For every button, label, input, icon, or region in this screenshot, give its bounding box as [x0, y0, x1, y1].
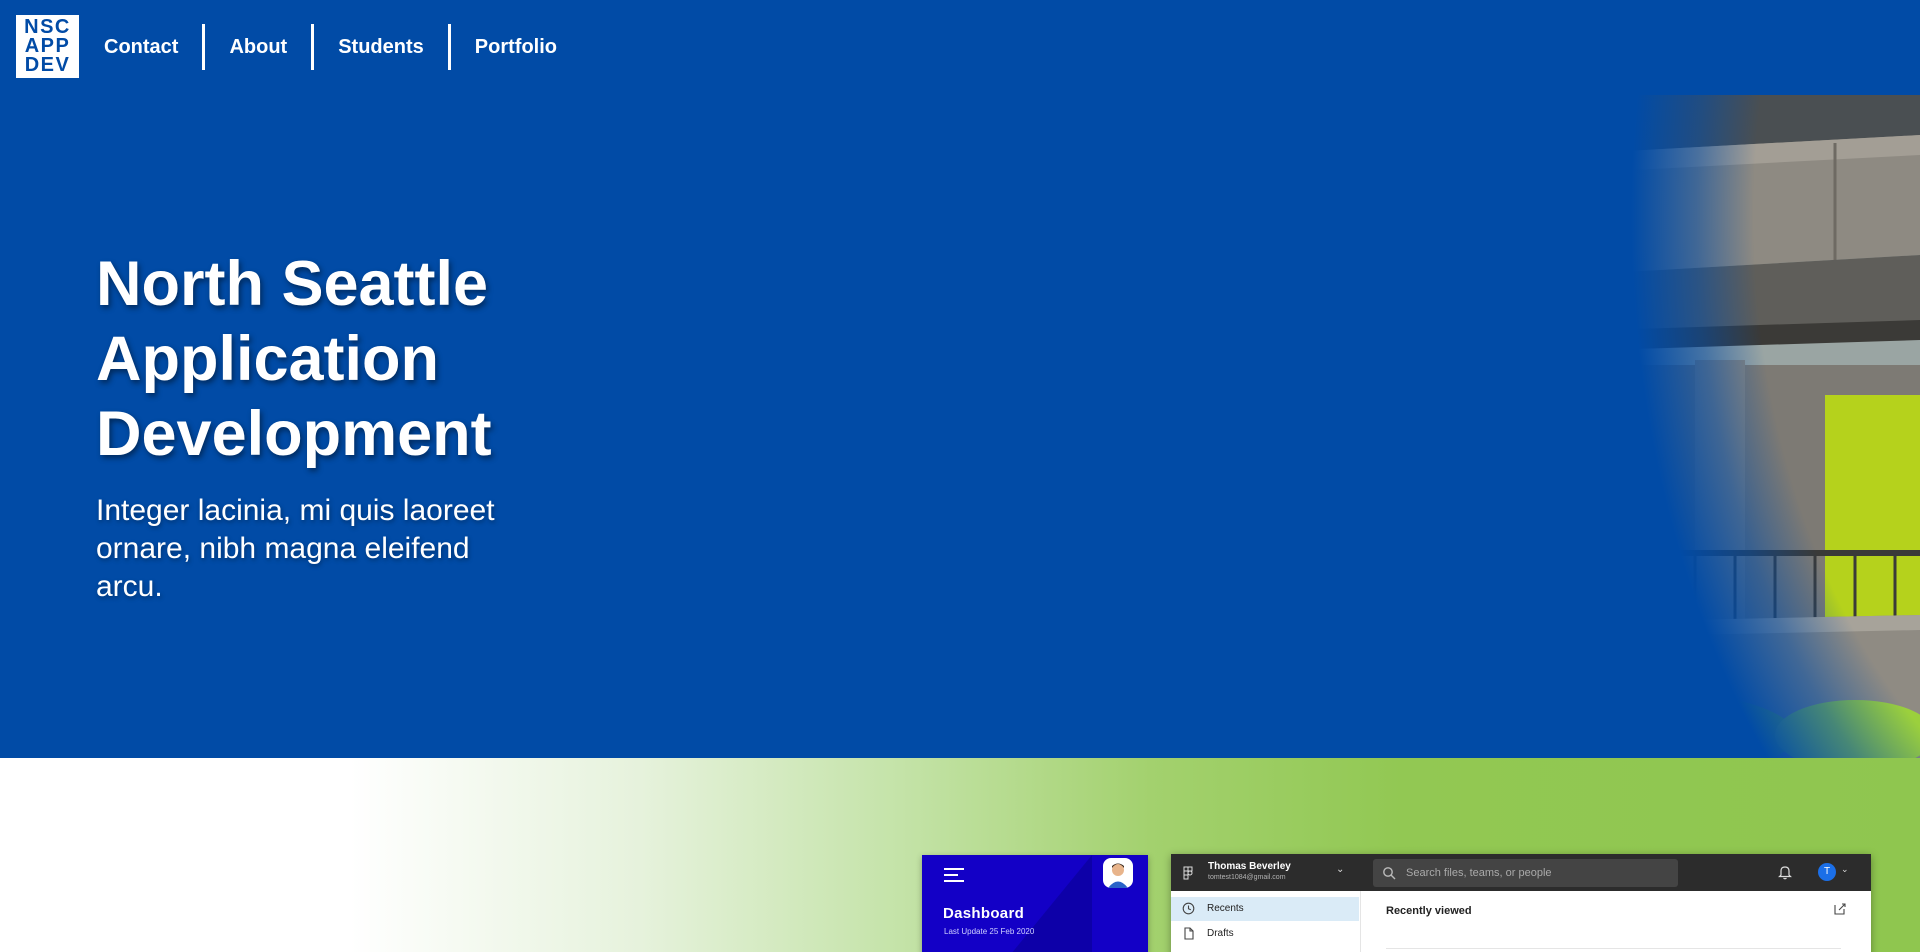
logo-line: DEV: [24, 54, 71, 76]
nsc-app-dev-logo[interactable]: NSC APP DEV: [16, 15, 79, 78]
main-nav: Contact About Students Portfolio: [80, 24, 581, 70]
divider: [1386, 948, 1841, 949]
account-name: Thomas Beverley: [1208, 861, 1291, 872]
nav-link-portfolio[interactable]: Portfolio: [451, 24, 581, 70]
nav-link-about[interactable]: About: [205, 24, 311, 70]
dashboard-title: Dashboard: [943, 905, 1025, 922]
sidebar-item-recents[interactable]: Recents: [1171, 897, 1359, 921]
sidebar-item-label: Recents: [1207, 903, 1244, 914]
bell-icon[interactable]: [1778, 864, 1792, 880]
campus-building-photo: [735, 95, 1920, 758]
user-avatar-badge[interactable]: T: [1818, 863, 1836, 881]
dashboard-last-update: Last Update 25 Feb 2020: [944, 927, 1035, 936]
file-icon: [1184, 927, 1194, 940]
design-app-preview-card[interactable]: Thomas Beverley tomtest1084@gmail.com ⌄ …: [1171, 854, 1871, 952]
nav-link-students[interactable]: Students: [314, 24, 448, 70]
clock-icon: [1182, 902, 1195, 915]
search-icon: [1383, 867, 1396, 880]
new-file-icon[interactable]: [1833, 902, 1847, 916]
sidebar-item-drafts[interactable]: Drafts: [1171, 922, 1359, 946]
figma-logo-icon: [1183, 866, 1193, 880]
site-header: NSC APP DEV Contact About Students Portf…: [0, 0, 1920, 95]
search-input[interactable]: Search files, teams, or people: [1373, 859, 1678, 887]
section-title: Recently viewed: [1386, 905, 1472, 917]
hero-section: North Seattle Application Development In…: [0, 95, 1920, 758]
nav-link-contact[interactable]: Contact: [80, 24, 202, 70]
hero-title: North Seattle Application Development: [96, 249, 492, 469]
portfolio-showcase-section: Dashboard Last Update 25 Feb 2020 Thomas…: [0, 758, 1920, 952]
account-email: tomtest1084@gmail.com: [1208, 874, 1286, 881]
chevron-down-icon[interactable]: ⌄: [1841, 864, 1849, 875]
dashboard-preview-card[interactable]: Dashboard Last Update 25 Feb 2020: [922, 855, 1148, 952]
avatar: [1103, 858, 1133, 888]
chevron-down-icon[interactable]: ⌄: [1336, 864, 1344, 875]
app-topbar: Thomas Beverley tomtest1084@gmail.com ⌄ …: [1171, 854, 1871, 891]
decorative-shape: [1002, 855, 1092, 952]
sidebar-item-label: Drafts: [1207, 928, 1234, 939]
menu-icon: [944, 868, 964, 882]
hero-subtitle: Integer lacinia, mi quis laoreet ornare,…: [96, 494, 495, 603]
app-sidebar: Recents Drafts: [1171, 891, 1361, 952]
search-placeholder: Search files, teams, or people: [1406, 867, 1552, 879]
